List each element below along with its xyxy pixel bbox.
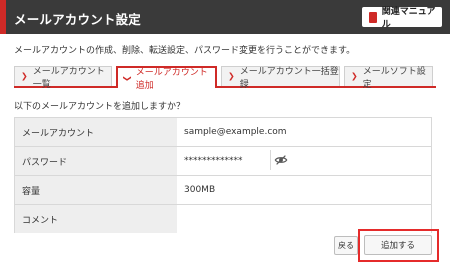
password-toggle-divider	[270, 150, 271, 170]
chevron-right-icon: ❯	[228, 71, 235, 81]
account-form-table: メールアカウント sample@example.com パスワード ******…	[14, 117, 432, 233]
related-manual-label: 関連マニュアル	[381, 7, 436, 30]
tab-bar: ❯ メールアカウント一覧 ❯ メールアカウント追加 ❯ メールアカウント一括登録…	[14, 66, 436, 91]
capacity-label: 容量	[15, 176, 177, 204]
book-icon	[369, 11, 377, 23]
tab-label: メールアカウント追加	[135, 68, 208, 91]
mail-account-label: メールアカウント	[15, 118, 177, 146]
table-row: パスワード *************	[15, 147, 431, 176]
table-row: 容量 300MB	[15, 176, 431, 205]
tab-account-bulk-register[interactable]: ❯ メールアカウント一括登録	[221, 66, 340, 90]
tab-label: メールアカウント一括登録	[239, 66, 339, 90]
mail-account-value: sample@example.com	[177, 118, 431, 146]
chevron-down-icon: ❯	[122, 74, 132, 82]
table-row: メールアカウント sample@example.com	[15, 118, 431, 147]
comment-label: コメント	[15, 205, 177, 233]
tab-mail-software-settings[interactable]: ❯ メールソフト設定	[344, 66, 433, 90]
chevron-right-icon: ❯	[351, 71, 358, 81]
password-label: パスワード	[15, 147, 177, 175]
tab-account-add[interactable]: ❯ メールアカウント追加	[116, 66, 217, 91]
back-button[interactable]: 戻る	[334, 236, 358, 255]
capacity-value: 300MB	[177, 176, 431, 204]
tab-label: メールアカウント一覧	[32, 66, 105, 90]
page-description: メールアカウントの作成、削除、転送設定、パスワード変更を行うことができます。	[14, 46, 356, 56]
tab-label: メールソフト設定	[362, 66, 426, 90]
related-manual-button[interactable]: 関連マニュアル	[362, 7, 442, 30]
page-header: メールアカウント設定 関連マニュアル	[0, 0, 450, 34]
eye-slash-icon[interactable]	[274, 153, 288, 167]
add-button[interactable]: 追加する	[364, 235, 432, 255]
tab-account-list[interactable]: ❯ メールアカウント一覧	[14, 66, 112, 90]
password-value: *************	[177, 147, 431, 175]
confirmation-question: 以下のメールアカウントを追加しますか？	[14, 102, 186, 112]
header-accent-bar	[0, 0, 6, 34]
chevron-right-icon: ❯	[21, 71, 28, 81]
page-title: メールアカウント設定	[14, 12, 142, 27]
